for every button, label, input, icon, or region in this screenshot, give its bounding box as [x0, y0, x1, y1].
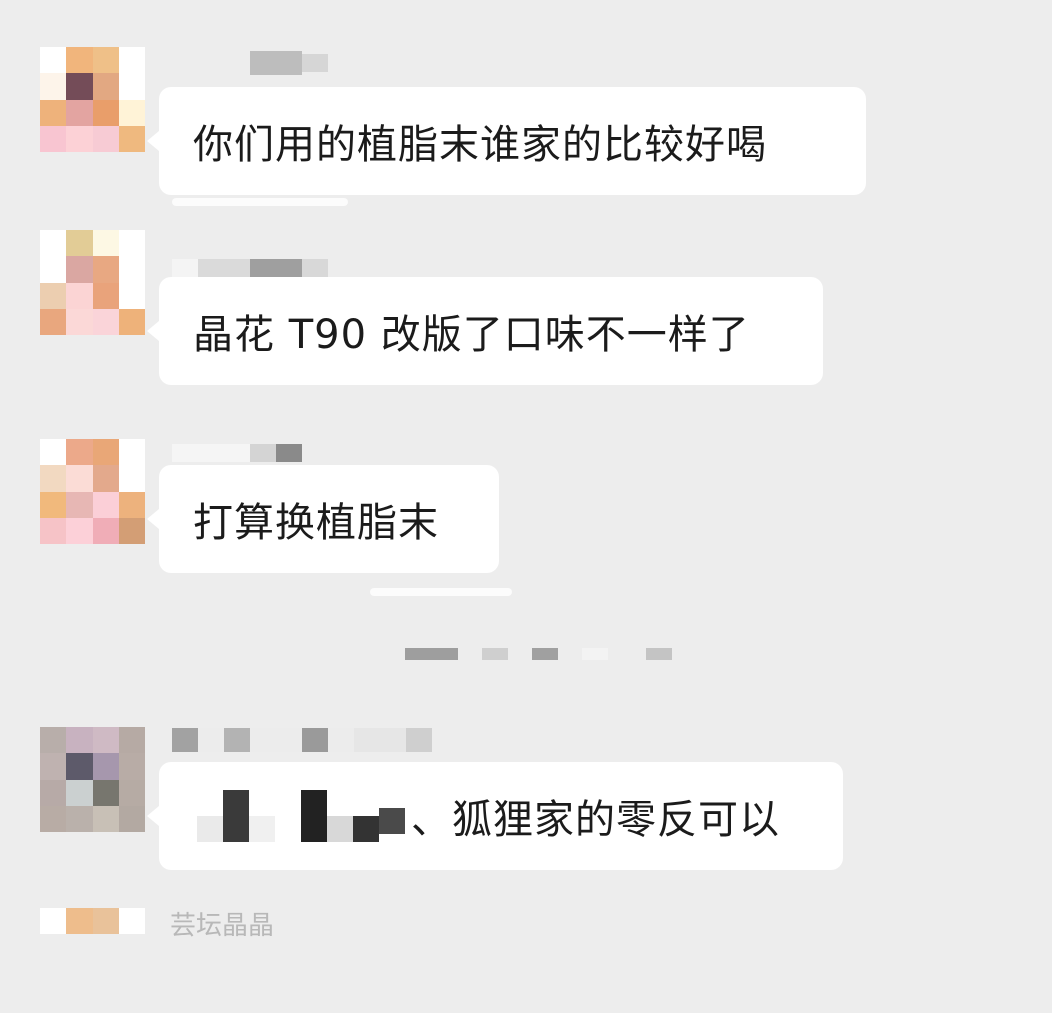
pixelated-mention	[197, 790, 405, 842]
bubble-edge	[172, 198, 348, 206]
message-text: 、狐狸家的零反可以	[411, 797, 780, 843]
time-divider	[405, 648, 672, 660]
sender-name	[172, 727, 432, 753]
bubble-edge	[370, 588, 512, 596]
sender-name	[172, 50, 328, 76]
avatar[interactable]	[40, 439, 145, 544]
message-bubble[interactable]: 你们用的植脂末谁家的比较好喝	[147, 87, 866, 195]
message-text: 你们用的植脂末谁家的比较好喝	[193, 122, 767, 168]
sender-name	[172, 440, 302, 466]
sender-name: 芸坛晶晶	[170, 911, 275, 941]
avatar[interactable]	[40, 230, 145, 335]
avatar[interactable]	[40, 908, 145, 1013]
message-text: 晶花 T90 改版了口味不一样了	[193, 312, 750, 358]
message-bubble[interactable]: 打算换植脂末	[147, 465, 499, 573]
avatar[interactable]	[40, 47, 145, 152]
message-bubble[interactable]: 晶花 T90 改版了口味不一样了	[147, 277, 823, 385]
message-bubble[interactable]: 、狐狸家的零反可以	[147, 762, 843, 870]
message-text: 打算换植脂末	[193, 500, 439, 546]
avatar[interactable]	[40, 727, 145, 832]
